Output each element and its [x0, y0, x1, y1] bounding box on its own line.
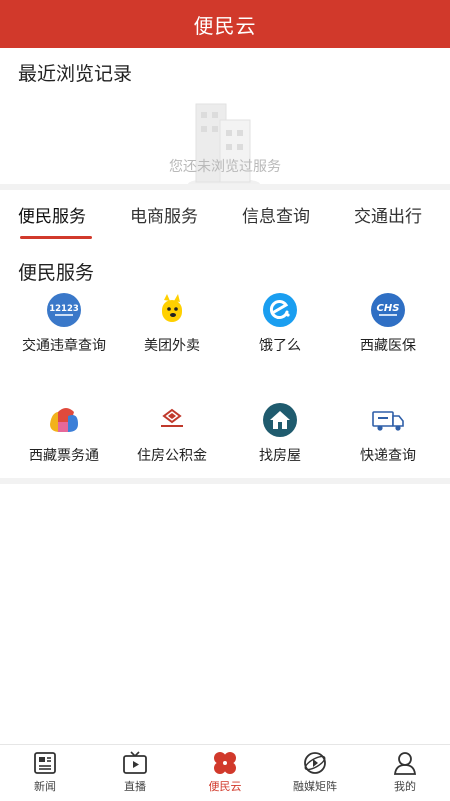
chs-medical-icon: CHS	[371, 293, 405, 327]
tabbar-mine[interactable]: 我的	[360, 745, 450, 801]
traffic-12123-icon: 12123	[47, 293, 81, 327]
newspaper-icon	[34, 752, 56, 774]
service-label: 找房屋	[259, 448, 301, 464]
category-tabs: 便民服务 电商服务 信息查询 交通出行	[0, 190, 450, 242]
service-meituan[interactable]: 美团外卖	[116, 292, 228, 356]
tabbar-label: 便民云	[208, 780, 242, 793]
empty-history-text: 您还未浏览过服务	[169, 159, 281, 175]
service-eleme[interactable]: 饿了么	[224, 292, 336, 356]
tab-traffic-travel[interactable]: 交通出行	[354, 202, 422, 227]
tabbar-label: 我的	[394, 780, 416, 793]
person-icon	[393, 752, 417, 775]
service-traffic-violation[interactable]: 12123 交通违章查询	[8, 292, 120, 356]
tabbar-convenience-cloud[interactable]: 便民云	[180, 745, 270, 801]
delivery-truck-icon	[372, 411, 404, 431]
active-tab-indicator	[20, 236, 92, 239]
service-tibet-medical-insurance[interactable]: CHS 西藏医保	[332, 292, 444, 356]
service-label: 美团外卖	[144, 338, 200, 354]
recent-history-section: 最近浏览记录 您还未浏览过服务	[0, 48, 450, 190]
service-label: 西藏票务通	[29, 448, 99, 464]
tabbar-label: 直播	[124, 780, 146, 793]
empty-buildings-icon	[188, 103, 260, 190]
housing-fund-icon	[161, 408, 183, 427]
service-label: 交通违章查询	[22, 338, 106, 354]
page-title: 便民云	[193, 13, 257, 38]
app-header: 便民云	[0, 0, 450, 48]
bottom-tab-bar: 新闻 直播 便民云 融媒矩阵 我的	[0, 744, 450, 800]
eleme-icon	[263, 293, 297, 327]
globe-matrix-icon	[304, 752, 326, 774]
section-divider	[0, 478, 450, 484]
tab-info-query[interactable]: 信息查询	[242, 202, 310, 227]
tabbar-media-matrix[interactable]: 融媒矩阵	[270, 745, 360, 801]
clover-icon	[214, 752, 236, 774]
service-tibet-ticketing[interactable]: 西藏票务通	[8, 402, 120, 466]
svg-text:CHS: CHS	[377, 303, 400, 314]
meituan-kangaroo-icon	[162, 294, 182, 322]
tabbar-live[interactable]: 直播	[90, 745, 180, 801]
tabbar-label: 新闻	[34, 780, 56, 793]
tabbar-label: 融媒矩阵	[293, 780, 337, 793]
svg-text:12123: 12123	[49, 304, 79, 314]
service-express-tracking[interactable]: 快递查询	[332, 402, 444, 466]
services-section-title: 便民服务	[18, 262, 95, 284]
recent-history-title: 最近浏览记录	[18, 63, 133, 85]
service-label: 饿了么	[259, 338, 301, 354]
service-label: 快递查询	[360, 448, 416, 464]
ticket-colorful-icon	[50, 408, 78, 432]
service-find-housing[interactable]: 找房屋	[224, 402, 336, 466]
tab-ecommerce-services[interactable]: 电商服务	[130, 202, 198, 227]
tab-convenience-services[interactable]: 便民服务	[18, 202, 86, 227]
service-housing-fund[interactable]: 住房公积金	[116, 402, 228, 466]
house-icon	[263, 403, 297, 437]
tabbar-news[interactable]: 新闻	[0, 745, 90, 801]
service-label: 住房公积金	[137, 448, 207, 464]
tv-play-icon	[123, 751, 147, 774]
service-label: 西藏医保	[360, 338, 416, 354]
